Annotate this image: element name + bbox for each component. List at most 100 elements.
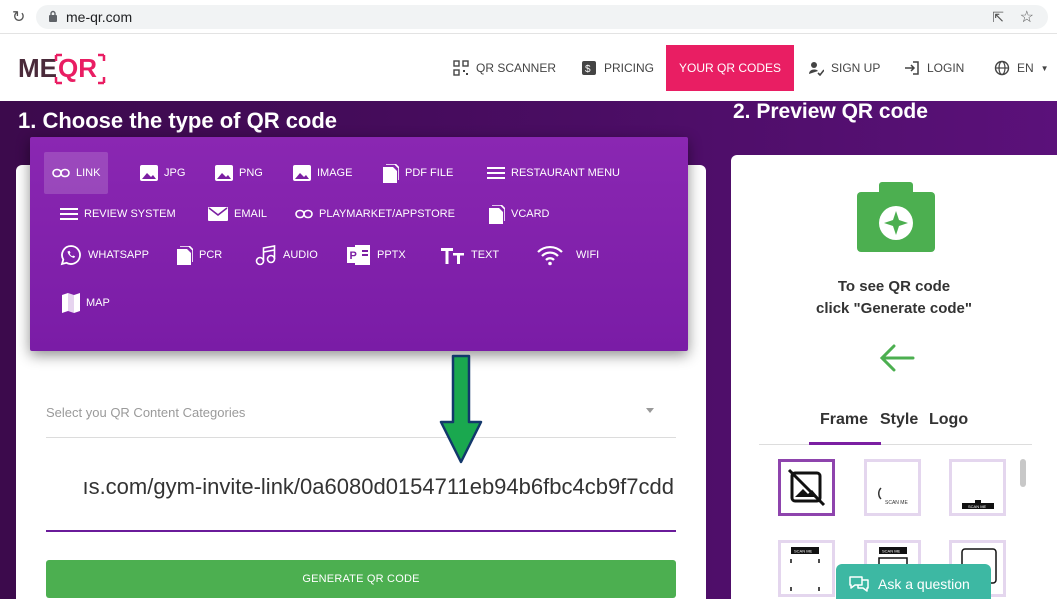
svg-text:P: P (350, 250, 357, 262)
svg-text:$: $ (585, 64, 591, 75)
map-icon (62, 293, 80, 313)
type-png[interactable]: PNG (207, 152, 271, 194)
logo[interactable]: ME QR (18, 49, 108, 87)
nav-label: YOUR QR CODES (679, 61, 782, 75)
login-icon (905, 61, 919, 75)
caret-down-icon (646, 408, 654, 413)
qr-type-panel: LINK JPG PNG IMAGE PDF FILE RESTAURANT M… (30, 137, 688, 351)
type-label: REVIEW SYSTEM (84, 208, 176, 220)
tab-style[interactable]: Style (880, 411, 918, 429)
type-label: IMAGE (317, 167, 353, 179)
url-input[interactable]: ıs.com/gym-invite-link/0a6080d0154711eb9… (46, 466, 676, 532)
type-label: AUDIO (283, 249, 318, 261)
type-label: MAP (86, 297, 110, 309)
address-bar[interactable]: me-qr.com ⇱ ☆ (36, 5, 1048, 29)
language-selector[interactable]: EN ▼ (994, 35, 1049, 101)
type-restaurant-menu[interactable]: RESTAURANT MENU (479, 152, 628, 194)
menu-icon (487, 167, 505, 179)
type-label: LINK (76, 167, 101, 179)
preview-tabs: Frame Style Logo (759, 409, 1032, 445)
file-icon (383, 163, 399, 183)
type-vcard[interactable]: VCARD (481, 193, 558, 235)
type-map[interactable]: MAP (54, 282, 118, 324)
image-icon (215, 165, 233, 181)
music-icon (255, 245, 276, 266)
powerpoint-icon: P (347, 245, 370, 265)
type-jpg[interactable]: JPG (132, 152, 193, 194)
nav-label: SIGN UP (831, 61, 881, 75)
type-label: PCR (199, 249, 223, 261)
type-label: TEXT (471, 249, 500, 261)
no-image-icon (787, 468, 826, 507)
type-label: PLAYMARKET/APPSTORE (319, 208, 455, 220)
nav-login[interactable]: LOGIN (904, 35, 964, 101)
nav-label: QR SCANNER (476, 61, 557, 75)
type-pdf-file[interactable]: PDF FILE (375, 152, 461, 194)
type-playmarket-appstore[interactable]: PLAYMARKET/APPSTORE (287, 193, 463, 235)
type-text[interactable]: TEXT (433, 234, 507, 276)
type-label: WIFI (576, 249, 600, 261)
frame-option-3[interactable]: SCAN ME (949, 459, 1006, 516)
preview-hint-line1: To see QR code (837, 278, 951, 295)
type-email[interactable]: EMAIL (200, 193, 275, 235)
star-icon[interactable]: ☆ (1020, 7, 1034, 27)
nav-label: PRICING (604, 61, 655, 75)
type-label: PNG (239, 167, 263, 179)
generate-qr-button[interactable]: GENERATE QR CODE (46, 560, 676, 598)
globe-icon (994, 60, 1010, 76)
type-audio[interactable]: AUDIO (247, 234, 326, 276)
pointer-arrow (439, 354, 483, 464)
link-icon (295, 209, 313, 219)
frame-preview: SCAN ME (962, 500, 994, 509)
image-icon (140, 165, 158, 181)
svg-text:QR: QR (58, 53, 97, 83)
file-icon (177, 245, 193, 265)
nav-qr-scanner[interactable]: QR SCANNER (453, 35, 556, 101)
type-whatsapp[interactable]: WHATSAPP (52, 234, 157, 276)
lock-icon (49, 10, 57, 22)
url-text: me-qr.com (66, 9, 133, 25)
frame-caption: SCAN ME (885, 500, 908, 506)
menu-icon (60, 208, 78, 220)
type-label: WHATSAPP (88, 249, 149, 261)
nav-sign-up[interactable]: SIGN UP (808, 35, 880, 101)
svg-text:ME: ME (18, 53, 57, 83)
frame-preview: SCAN ME (878, 487, 908, 506)
reload-icon[interactable]: ↻ (12, 7, 25, 27)
type-wifi[interactable]: WIFI (528, 234, 607, 276)
frames-scrollbar[interactable] (1020, 459, 1026, 487)
share-icon[interactable]: ⇱ (992, 9, 1004, 26)
preview-hint-line2: click "Generate code" (816, 300, 972, 317)
type-label: PPTX (377, 249, 406, 261)
category-select[interactable]: Select you QR Content Categories (46, 394, 676, 438)
nav-your-qr-codes[interactable]: YOUR QR CODES (666, 45, 795, 91)
site-header: ME QR QR SCANNER $ PRICING YOUR QR CODES… (0, 35, 1057, 101)
mail-icon (208, 207, 228, 221)
whatsapp-icon (60, 245, 81, 266)
nav-pricing[interactable]: $ PRICING (581, 35, 654, 101)
type-image[interactable]: IMAGE (285, 152, 360, 194)
frame-caption: SCAN ME (794, 549, 813, 554)
tab-frame[interactable]: Frame (820, 411, 868, 429)
frame-option-none[interactable] (778, 459, 835, 516)
qr-scanner-icon (453, 60, 469, 76)
type-pcr[interactable]: PCR (169, 234, 230, 276)
type-label: PDF FILE (405, 167, 454, 179)
chevron-down-icon: ▼ (1040, 63, 1049, 73)
tab-logo[interactable]: Logo (929, 411, 968, 429)
chat-icon (849, 576, 869, 592)
wifi-icon (537, 245, 563, 266)
nav-label: EN (1017, 61, 1034, 75)
text-icon (441, 248, 464, 264)
frame-caption: SCAN ME (968, 504, 987, 509)
frame-option-4[interactable]: SCAN ME (778, 540, 835, 597)
type-link[interactable]: LINK (44, 152, 109, 194)
link-icon (52, 168, 70, 178)
frame-option-2[interactable]: SCAN ME (864, 459, 921, 516)
preview-hint: To see QR code click "Generate code" (731, 276, 1057, 320)
ask-question-button[interactable]: Ask a question (836, 564, 991, 599)
type-review-system[interactable]: REVIEW SYSTEM (52, 193, 184, 235)
section-heading-type: 1. Choose the type of QR code (18, 108, 338, 133)
user-add-icon (809, 62, 824, 76)
type-pptx[interactable]: P PPTX (339, 234, 414, 276)
